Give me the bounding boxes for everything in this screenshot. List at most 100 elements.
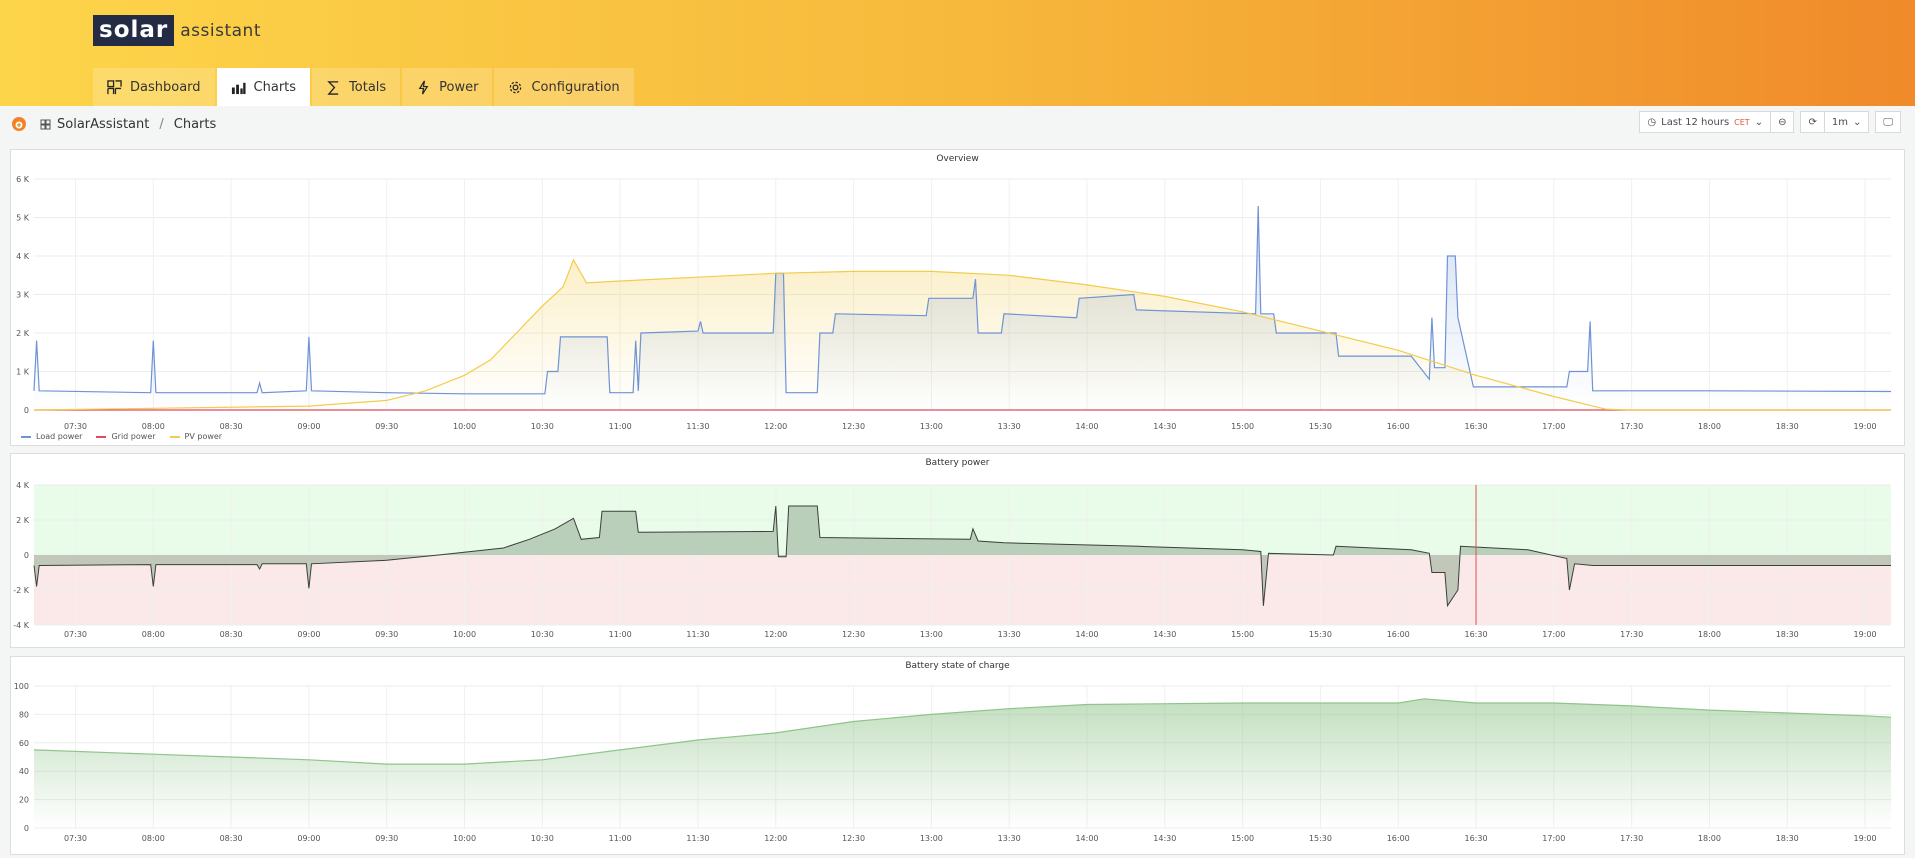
x-tick-label: 13:00 [920, 422, 943, 431]
logo-secondary: assistant [180, 20, 261, 41]
y-tick-label: -4 K [13, 621, 30, 630]
y-tick-label: 20 [19, 796, 29, 805]
y-tick-label: 2 K [16, 516, 30, 525]
x-tick-label: 12:30 [842, 630, 865, 639]
x-tick-label: 16:30 [1464, 630, 1487, 639]
battery-power-chart[interactable]: -4 K -2 K 0 2 K 4 K 07:30 08:00 08:30 09:00 09:30… [11, 454, 1906, 649]
x-tick-label: 13:00 [920, 630, 943, 639]
x-tick-label: 09:30 [375, 422, 398, 431]
tab-label: Configuration [531, 79, 620, 95]
tab-configuration[interactable]: Configuration [494, 68, 634, 106]
sigma-icon [327, 80, 339, 95]
x-tick-label: 08:00 [142, 422, 165, 431]
x-tick-label: 14:30 [1153, 422, 1176, 431]
y-tick-label: 4 K [16, 481, 30, 490]
x-tick-label: 12:30 [842, 422, 865, 431]
x-tick-label: 16:30 [1464, 422, 1487, 431]
x-tick-label: 12:00 [764, 422, 787, 431]
x-tick-label: 12:30 [842, 834, 865, 843]
x-tick-label: 08:00 [142, 630, 165, 639]
x-tick-label: 15:00 [1231, 422, 1254, 431]
tv-mode-button[interactable]: 🖵 [1876, 112, 1900, 132]
y-tick-label: 2 K [16, 329, 30, 338]
x-tick-label: 11:30 [686, 630, 709, 639]
x-tick-label: 16:00 [1387, 630, 1410, 639]
x-tick-label: 15:00 [1231, 834, 1254, 843]
x-tick-label: 11:30 [686, 422, 709, 431]
x-tick-label: 13:00 [920, 834, 943, 843]
x-tick-label: 18:00 [1698, 422, 1721, 431]
x-tick-label: 18:00 [1698, 630, 1721, 639]
x-tick-label: 15:30 [1309, 630, 1332, 639]
logo[interactable]: solar assistant [93, 15, 261, 46]
y-tick-label: 0 [24, 551, 29, 560]
x-tick-label: 11:00 [609, 422, 632, 431]
y-tick-label: 4 K [16, 252, 30, 261]
x-tick-label: 09:30 [375, 630, 398, 639]
tab-label: Charts [253, 79, 297, 95]
x-tick-label: 11:00 [609, 834, 632, 843]
x-tick-label: 08:30 [220, 630, 243, 639]
x-tick-label: 19:00 [1854, 422, 1877, 431]
battery-soc-chart[interactable]: 0 20 40 60 80 100 07:30 08:00 08:30 09:00 09:30 10:… [11, 657, 1906, 856]
legend-item-pv[interactable]: PV power [169, 432, 223, 441]
y-tick-label: -2 K [13, 586, 30, 595]
tab-label: Power [439, 79, 479, 95]
series-area-load-power [34, 206, 1891, 410]
x-tick-label: 09:00 [297, 834, 320, 843]
x-tick-label: 19:00 [1854, 630, 1877, 639]
y-tick-label: 60 [19, 739, 29, 748]
x-tick-label: 17:30 [1620, 422, 1643, 431]
breadcrumb-current: Charts [173, 116, 217, 132]
x-tick-label: 16:00 [1387, 834, 1410, 843]
x-tick-label: 18:30 [1776, 422, 1799, 431]
chart-icon [231, 82, 246, 94]
legend-item-load[interactable]: Load power [21, 432, 82, 441]
refresh-icon: ⟳ [1808, 116, 1817, 128]
x-tick-label: 15:00 [1231, 630, 1254, 639]
y-tick-label: 40 [19, 767, 29, 776]
breadcrumb: SolarAssistant / Charts [0, 106, 1915, 142]
gear-icon [510, 81, 522, 93]
tab-charts[interactable]: Charts [216, 68, 311, 106]
soc-area [34, 698, 1891, 828]
refresh-interval-label: 1m [1831, 116, 1848, 128]
x-tick-label: 10:30 [531, 630, 554, 639]
tab-power[interactable]: Power [402, 68, 493, 106]
chart-legend: Load power Grid power PV power [21, 432, 222, 441]
x-tick-label: 10:00 [453, 422, 476, 431]
x-tick-label: 13:30 [998, 630, 1021, 639]
dashboard-icon [107, 79, 122, 94]
x-tick-label: 14:30 [1153, 834, 1176, 843]
refresh-button[interactable]: ⟳ [1801, 112, 1825, 132]
x-tick-label: 17:00 [1542, 630, 1565, 639]
tab-dashboard[interactable]: Dashboard [93, 68, 215, 106]
overview-chart[interactable]: 0 1 K 2 K 3 K 4 K 5 K 6 K 07:30 08:00 08:30 09:00 0… [11, 150, 1906, 447]
time-range-picker[interactable]: ◷ Last 12 hours CET ⌄ [1640, 112, 1772, 132]
chevron-down-icon: ⌄ [1852, 116, 1862, 128]
x-tick-label: 19:00 [1854, 834, 1877, 843]
x-tick-label: 09:30 [375, 834, 398, 843]
clock-icon: ◷ [1647, 116, 1657, 128]
x-tick-label: 17:00 [1542, 834, 1565, 843]
main-tabs: Dashboard Charts Totals Power Configurat… [93, 68, 634, 106]
grafana-logo-icon[interactable] [10, 115, 28, 133]
breadcrumb-root[interactable]: SolarAssistant [57, 117, 149, 132]
x-tick-label: 14:00 [1075, 422, 1098, 431]
x-tick-label: 10:00 [453, 834, 476, 843]
x-tick-label: 12:00 [764, 834, 787, 843]
time-range-label: Last 12 hours [1661, 116, 1730, 128]
zoom-out-button[interactable]: ⊖ [1771, 112, 1793, 132]
legend-item-grid[interactable]: Grid power [96, 432, 156, 441]
monitor-icon: 🖵 [1883, 116, 1893, 128]
legend-label: PV power [184, 432, 223, 441]
dashboard-grid-icon [40, 119, 51, 129]
x-tick-label: 14:00 [1075, 834, 1098, 843]
bolt-icon [418, 80, 429, 94]
tab-totals[interactable]: Totals [312, 68, 401, 106]
x-tick-label: 07:30 [64, 834, 87, 843]
refresh-interval-picker[interactable]: 1m ⌄ [1825, 112, 1869, 132]
tab-label: Dashboard [130, 79, 201, 95]
x-tick-label: 11:00 [609, 630, 632, 639]
x-tick-label: 08:30 [220, 422, 243, 431]
